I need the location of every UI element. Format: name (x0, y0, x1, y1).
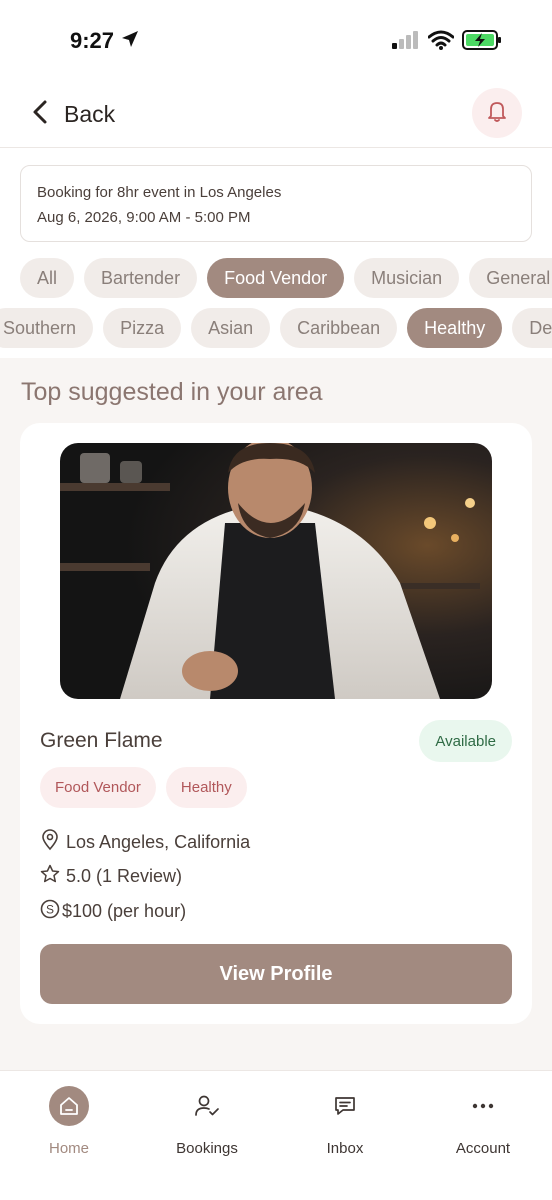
booking-event: Booking for 8hr event in Los Angeles (37, 184, 282, 201)
cuisine-chip-southern[interactable]: Southern (0, 308, 94, 348)
cuisine-chip-asian[interactable]: Asian (191, 308, 271, 348)
home-icon (49, 1086, 89, 1126)
bell-icon (485, 99, 509, 128)
tab-inbox-label: Inbox (326, 1140, 364, 1157)
star-icon (40, 864, 60, 889)
tab-bookings-label: Bookings (176, 1140, 238, 1157)
suggestions-section: Top suggested in your area Green Flame A… (0, 358, 552, 1070)
availability-badge: Available (419, 720, 512, 762)
section-title: Top suggested in your area (21, 378, 323, 406)
back-button[interactable]: Back (30, 98, 115, 131)
tab-home[interactable]: Home (14, 1086, 124, 1157)
status-time: 9:27 (70, 28, 115, 53)
notifications-button[interactable] (472, 88, 522, 138)
cuisine-chip-caribbean[interactable]: Caribbean (280, 308, 398, 348)
tab-inbox[interactable]: Inbox (290, 1086, 400, 1157)
vendor-card: Green Flame Available Food Vendor Health… (20, 423, 532, 1024)
cuisine-chip-pizza[interactable]: Pizza (103, 308, 182, 348)
tab-account-label: Account (455, 1140, 511, 1157)
category-chip-food-vendor[interactable]: Food Vendor (207, 258, 345, 298)
vendor-price: S $100 (per hour) (40, 899, 186, 924)
vendor-photo (60, 443, 492, 699)
vendor-tag: Food Vendor (40, 767, 156, 808)
bottom-tab-bar: Home Bookings Inbox Account (0, 1070, 552, 1200)
map-pin-icon (40, 829, 60, 856)
status-bar: 9:27 (0, 0, 552, 80)
booking-summary: Booking for 8hr event in Los Angeles Aug… (20, 165, 532, 242)
battery-icon (462, 30, 502, 55)
wifi-icon (427, 30, 455, 55)
category-chip-general[interactable]: General V (469, 258, 552, 298)
signal-icon (392, 31, 420, 54)
category-chip-bartender[interactable]: Bartender (84, 258, 198, 298)
cuisine-chip-healthy[interactable]: Healthy (407, 308, 503, 348)
status-indicators (392, 30, 502, 55)
back-label: Back (64, 101, 116, 127)
category-chip-all[interactable]: All (20, 258, 75, 298)
location-arrow-icon (120, 29, 140, 54)
vendor-location: Los Angeles, California (40, 829, 250, 856)
category-filter-row: All Bartender Food Vendor Musician Gener… (0, 258, 552, 298)
vendor-tag: Healthy (165, 767, 247, 808)
vendor-tags: Food Vendor Healthy (40, 767, 247, 808)
rating-text: 5.0 (1 Review) (66, 866, 183, 886)
vendor-name: Green Flame (40, 729, 163, 752)
more-dots-icon (463, 1086, 503, 1126)
message-icon (325, 1086, 365, 1126)
price-text: $100 (per hour) (62, 901, 187, 921)
category-chip-musician[interactable]: Musician (354, 258, 460, 298)
location-text: Los Angeles, California (66, 832, 251, 852)
header: Back (0, 80, 552, 148)
svg-text:S: S (46, 903, 54, 917)
dollar-circle-icon: S (40, 899, 60, 924)
user-check-icon (187, 1086, 227, 1126)
view-profile-button[interactable]: View Profile (40, 944, 512, 1004)
booking-datetime: Aug 6, 2026, 9:00 AM - 5:00 PM (37, 209, 251, 226)
cuisine-chip-dessert[interactable]: Desser (512, 308, 552, 348)
vendor-rating: 5.0 (1 Review) (40, 864, 182, 889)
cuisine-filter-row: Southern Pizza Asian Caribbean Healthy D… (0, 308, 552, 348)
tab-account[interactable]: Account (428, 1086, 538, 1157)
tab-bookings[interactable]: Bookings (152, 1086, 262, 1157)
chevron-left-icon (30, 98, 50, 131)
tab-home-label: Home (48, 1140, 89, 1157)
